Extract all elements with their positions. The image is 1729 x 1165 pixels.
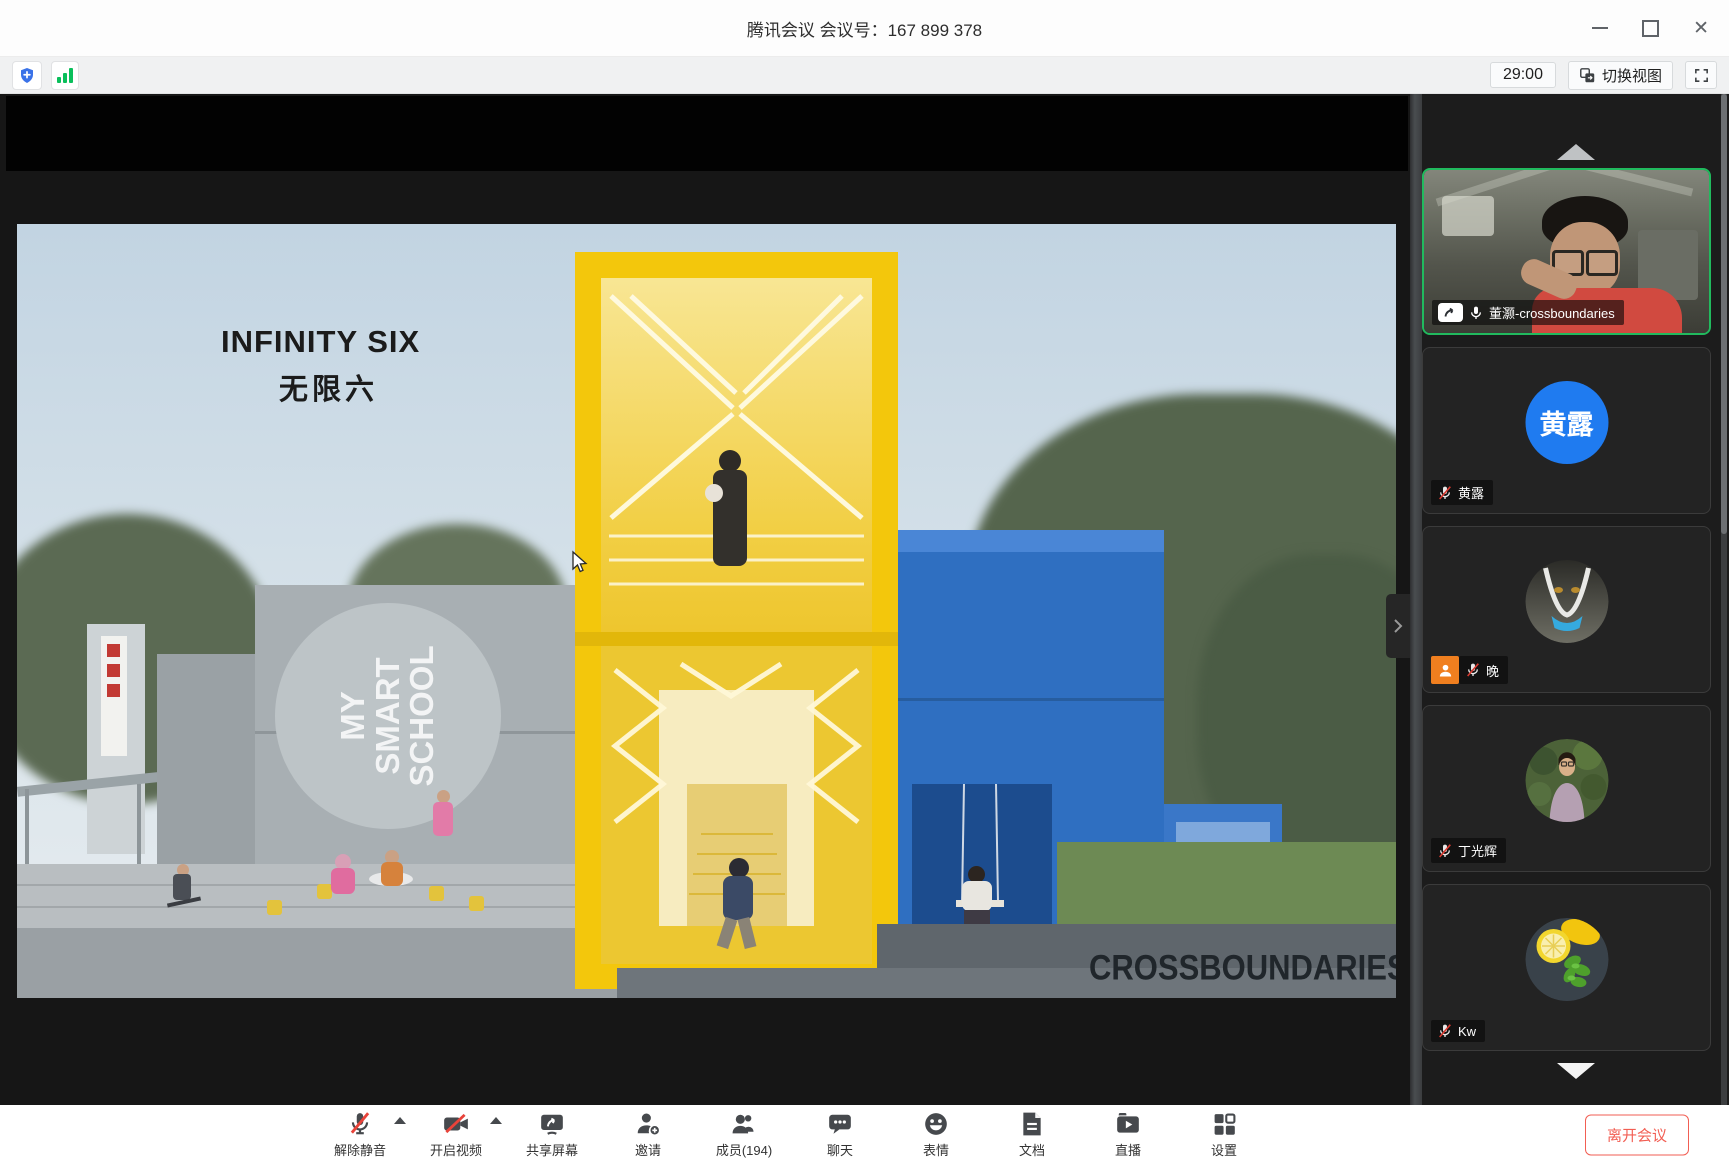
docs-button[interactable]: 文档 [984,1105,1080,1165]
participant-tile[interactable]: 董灏-crossboundaries [1422,168,1711,335]
docs-label: 文档 [1019,1140,1045,1159]
live-button[interactable]: 直播 [1080,1105,1176,1165]
chevron-right-icon [1393,618,1403,634]
sharing-indicator-icon [1438,303,1463,322]
window-title: 腾讯会议 会议号：167 899 378 [747,16,982,41]
emoji-icon [923,1111,949,1137]
mic-muted-icon [347,1111,373,1137]
participant-name: 董灏-crossboundaries [1489,303,1615,322]
meeting-controls-bar: 解除静音 开启视频 共享屏幕 邀请 成员(194) 聊天 [0,1105,1729,1165]
slide-title-zh: 无限六 [279,366,378,408]
maximize-button[interactable] [1642,20,1659,37]
mic-muted-icon [1437,485,1453,501]
mic-options-caret-icon[interactable] [394,1117,406,1124]
shared-screen-letterbox [6,96,1408,171]
slide-title-en: INFINITY SIX [221,324,420,360]
leave-meeting-button[interactable]: 离开会议 [1585,1115,1689,1156]
share-screen-button[interactable]: 共享屏幕 [504,1105,600,1165]
invite-icon [635,1111,661,1137]
mic-on-icon [1468,305,1484,321]
unmute-button[interactable]: 解除静音 [312,1105,408,1165]
members-icon [731,1111,758,1137]
participants-sidebar: 董灏-crossboundaries 黄露 黄露 [1422,94,1729,1105]
settings-button[interactable]: 设置 [1176,1105,1272,1165]
mic-muted-icon [1465,662,1481,678]
stage-sidebar-divider[interactable] [1410,94,1422,1105]
participant-name: Kw [1458,1024,1476,1039]
school-logo-circle: MY SMART SCHOOL [275,603,501,829]
switch-view-icon [1579,67,1596,84]
school-logo-text: MY SMART SCHOOL [336,641,440,791]
invite-button[interactable]: 邀请 [600,1105,696,1165]
members-button[interactable]: 成员(194) [696,1105,792,1165]
minimize-button[interactable] [1592,27,1608,29]
scroll-up-arrow[interactable] [1557,144,1595,160]
unmute-label: 解除静音 [334,1140,386,1159]
emoji-button[interactable]: 表情 [888,1105,984,1165]
live-label: 直播 [1115,1140,1141,1159]
mouse-cursor [569,550,591,574]
security-button[interactable] [12,61,42,90]
yellow-container-tower [575,252,898,989]
avatar: 黄露 [1525,381,1608,464]
settings-label: 设置 [1211,1140,1237,1159]
participant-tile[interactable]: 晚 [1422,526,1711,693]
share-screen-label: 共享屏幕 [526,1140,578,1159]
title-bar: 腾讯会议 会议号：167 899 378 ✕ [0,0,1729,57]
mic-muted-icon [1437,1023,1453,1039]
emoji-label: 表情 [923,1140,949,1159]
meeting-timer: 29:00 [1490,62,1556,88]
meeting-toolbar-top: 29:00 切换视图 [0,57,1729,94]
slide-watermark: CROSSBOUNDARIES [1089,947,1396,988]
network-signal-icon [57,68,73,83]
sidebar-scrollbar[interactable] [1721,94,1727,1105]
participant-tile[interactable]: 丁光辉 [1422,705,1711,872]
waiting-entry-badge-icon [1431,656,1459,684]
participant-tile[interactable]: Kw [1422,884,1711,1051]
share-screen-icon [539,1111,565,1137]
security-shield-icon [18,66,36,85]
close-button[interactable]: ✕ [1693,19,1709,38]
chat-icon [827,1111,853,1137]
shared-screen-stage: MY SMART SCHOOL [0,94,1410,1105]
mic-muted-icon [1437,843,1453,859]
participant-name: 黄露 [1458,483,1484,502]
document-icon [1020,1111,1044,1137]
participant-tile[interactable]: 黄露 黄露 [1422,347,1711,514]
switch-view-label: 切换视图 [1602,65,1662,86]
avatar [1525,739,1608,822]
video-options-caret-icon[interactable] [490,1117,502,1124]
avatar [1525,560,1608,643]
gray-container-building: MY SMART SCHOOL [255,585,575,884]
avatar [1525,918,1608,1001]
chat-label: 聊天 [827,1140,853,1159]
chat-button[interactable]: 聊天 [792,1105,888,1165]
participant-name: 丁光辉 [1458,841,1497,860]
participant-name: 晚 [1486,661,1499,680]
switch-view-button[interactable]: 切换视图 [1568,61,1673,90]
fullscreen-icon [1693,67,1710,84]
sidebar-collapse-handle[interactable] [1386,594,1410,658]
start-video-button[interactable]: 开启视频 [408,1105,504,1165]
invite-label: 邀请 [635,1140,661,1159]
network-quality-button[interactable] [51,61,79,90]
presentation-slide: MY SMART SCHOOL [17,224,1396,998]
meeting-window: 腾讯会议 会议号：167 899 378 ✕ 29:00 切换视图 [0,0,1729,1165]
settings-icon [1212,1111,1237,1137]
start-video-label: 开启视频 [430,1140,482,1159]
live-icon [1115,1111,1141,1137]
fullscreen-button[interactable] [1685,61,1717,89]
members-label: 成员(194) [716,1140,772,1159]
camera-off-icon [442,1111,470,1137]
scroll-down-arrow[interactable] [1557,1063,1595,1079]
